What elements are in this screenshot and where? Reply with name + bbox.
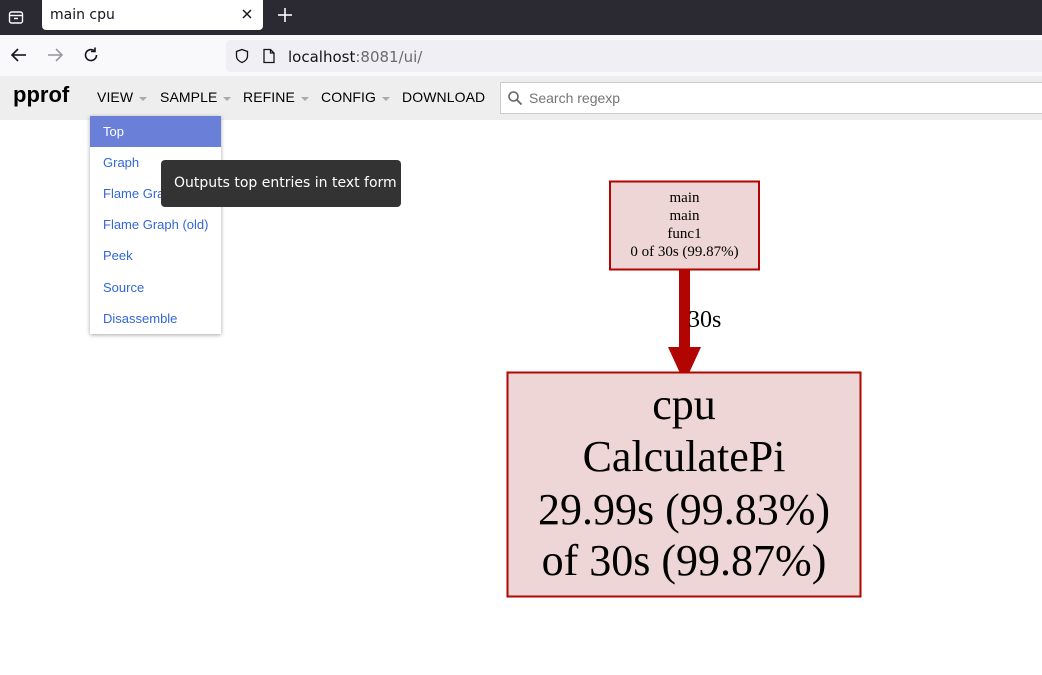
node-label-line: 0 of 30s (99.87%) — [630, 244, 738, 260]
url-host: localhost — [288, 48, 356, 66]
menu-sample-label: SAMPLE — [160, 89, 218, 105]
tab-list-icon[interactable] — [4, 5, 28, 29]
close-icon[interactable] — [239, 6, 255, 22]
url-text: localhost:8081/ui/ — [288, 48, 422, 66]
view-menu-item-disassemble[interactable]: Disassemble — [90, 303, 221, 334]
browser-tab-strip: main cpu — [0, 0, 1042, 35]
chevron-down-icon — [382, 97, 391, 101]
forward-icon[interactable] — [45, 45, 65, 65]
node-label-line: 29.99s (99.83%) — [538, 485, 830, 534]
chevron-down-icon — [139, 97, 148, 101]
node-label-line: main — [670, 190, 700, 206]
plus-icon[interactable] — [276, 6, 294, 24]
node-label-line: cpu — [652, 380, 716, 429]
pprof-logo[interactable]: pprof — [13, 82, 69, 108]
url-bar[interactable]: localhost:8081/ui/ — [226, 40, 1042, 72]
page-icon[interactable] — [262, 48, 276, 64]
pprof-header: pprof VIEW SAMPLE REFINE CONFIG DOWNLOAD — [0, 76, 1042, 120]
graph-node-cpu-calculatepi[interactable]: cpu CalculatePi 29.99s (99.83%) of 30s (… — [506, 371, 862, 598]
node-label-line: func1 — [667, 226, 701, 242]
menu-download-label: DOWNLOAD — [402, 89, 486, 105]
menu-tooltip: Outputs top entries in text form — [161, 160, 401, 207]
menu-config[interactable]: CONFIG — [321, 89, 391, 105]
url-path: :8081/ui/ — [355, 48, 423, 66]
view-menu-item-peek[interactable]: Peek — [90, 240, 221, 271]
node-label-line: of 30s (99.87%) — [542, 536, 827, 585]
chevron-down-icon — [300, 97, 309, 101]
view-menu-dropdown: Top Graph Flame Graph Flame Graph (old) … — [90, 116, 221, 334]
browser-tab[interactable]: main cpu — [42, 0, 263, 30]
tab-title: main cpu — [50, 7, 115, 23]
menu-download[interactable]: DOWNLOAD — [402, 89, 485, 105]
search-input[interactable] — [529, 87, 1029, 109]
view-menu-item-top[interactable]: Top — [90, 116, 221, 147]
view-menu-item-source[interactable]: Source — [90, 272, 221, 303]
node-label-line: main — [670, 208, 700, 224]
reload-icon[interactable] — [81, 45, 101, 65]
shield-icon[interactable] — [234, 48, 250, 64]
browser-nav-bar: localhost:8081/ui/ — [0, 35, 1042, 76]
search-icon — [508, 91, 523, 106]
menu-view[interactable]: VIEW — [97, 89, 148, 105]
graph-edge[interactable]: 30s — [668, 270, 721, 383]
graph-node-main-func1[interactable]: main main func1 0 of 30s (99.87%) — [609, 180, 760, 271]
search-box — [500, 82, 1042, 114]
menu-config-label: CONFIG — [321, 89, 377, 105]
menu-refine-label: REFINE — [243, 89, 295, 105]
menu-sample[interactable]: SAMPLE — [160, 89, 232, 105]
back-icon[interactable] — [9, 45, 29, 65]
menu-refine[interactable]: REFINE — [243, 89, 309, 105]
view-menu-item-flame-graph-old[interactable]: Flame Graph (old) — [90, 209, 221, 240]
chevron-down-icon — [223, 97, 232, 101]
edge-label: 30s — [688, 307, 721, 333]
node-label-line: CalculatePi — [583, 432, 786, 481]
menu-view-label: VIEW — [97, 89, 134, 105]
